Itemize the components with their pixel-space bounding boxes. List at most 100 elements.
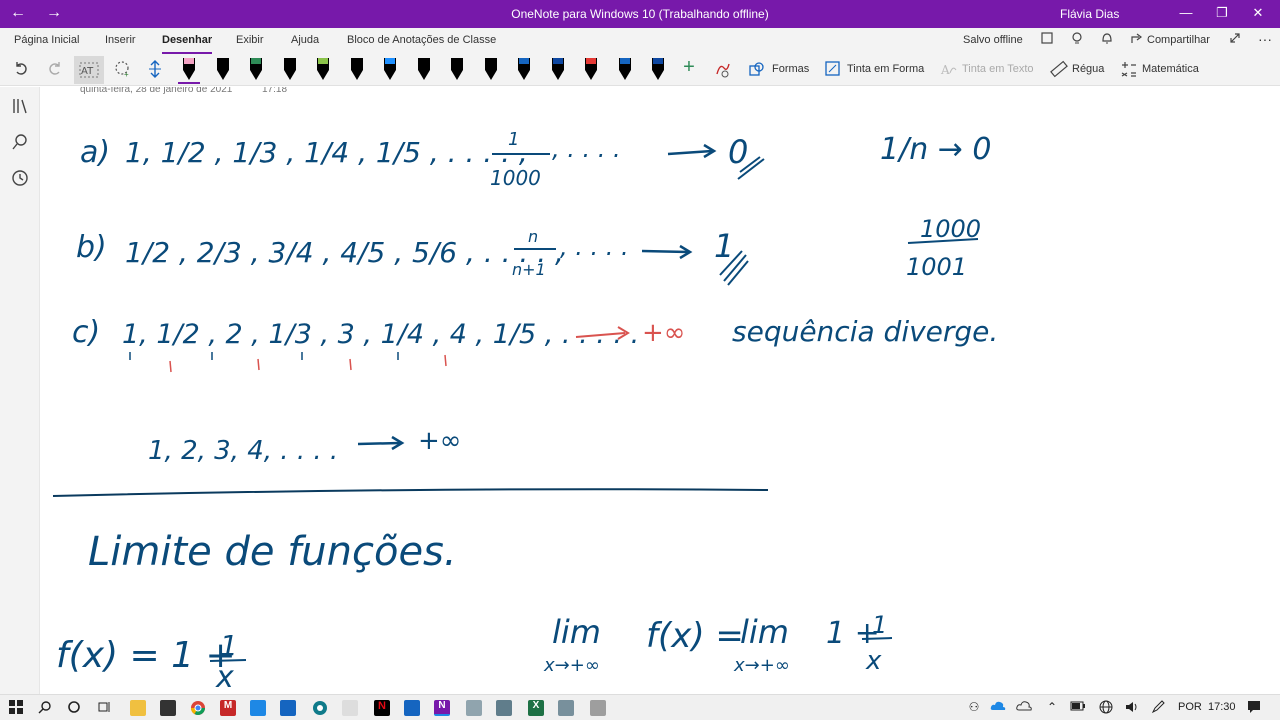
tab-pagina-inicial[interactable]: Página Inicial: [14, 34, 79, 46]
note-f-den: x: [215, 660, 234, 694]
add-space-icon[interactable]: [144, 60, 166, 82]
more-options-button[interactable]: ···: [1258, 31, 1272, 47]
mcafee-icon[interactable]: M: [220, 700, 236, 716]
pen-workspace-icon[interactable]: [1150, 700, 1166, 716]
bell-icon[interactable]: [1098, 31, 1116, 49]
edge-icon[interactable]: [312, 700, 328, 716]
note-c-sequence: 1, 1/2 , 2 , 1/3 , 3 , 1/4 , 4 , 1/5 , .…: [122, 319, 639, 350]
netflix-icon[interactable]: N: [374, 700, 390, 716]
camera-icon[interactable]: [590, 700, 606, 716]
task-view-icon[interactable]: [96, 700, 112, 716]
pen-14[interactable]: [614, 56, 636, 84]
pen-11[interactable]: [513, 56, 535, 84]
pen-13[interactable]: [580, 56, 602, 84]
share-button[interactable]: Compartilhar: [1147, 34, 1210, 46]
close-icon[interactable]: ✕: [1248, 5, 1268, 21]
tab-ajuda[interactable]: Ajuda: [291, 34, 319, 46]
pen-10[interactable]: [480, 56, 502, 84]
recent-clock-icon[interactable]: [10, 169, 30, 191]
pen-2[interactable]: [212, 56, 234, 84]
title-bar: ← → OneNote para Windows 10 (Trabalhando…: [0, 0, 1280, 28]
note-lim-word: lim: [552, 613, 601, 651]
pen-1[interactable]: [178, 56, 200, 84]
pen-3[interactable]: [245, 56, 267, 84]
lightbulb-icon[interactable]: [1068, 31, 1086, 49]
shapes-button[interactable]: Formas: [772, 63, 809, 75]
tab-desenhar[interactable]: Desenhar: [162, 34, 213, 54]
tab-exibir[interactable]: Exibir: [236, 34, 264, 46]
onenote-icon[interactable]: N: [434, 700, 450, 716]
minimize-icon[interactable]: —: [1176, 5, 1196, 20]
volume-icon[interactable]: [1124, 700, 1140, 716]
show-hidden-icons[interactable]: ⌃: [1044, 700, 1060, 716]
note-a-limit: 0: [728, 133, 748, 171]
snip-icon[interactable]: [496, 700, 512, 716]
app-icon[interactable]: [558, 700, 574, 716]
chrome-icon[interactable]: [190, 700, 206, 716]
notebook-icon[interactable]: [1038, 31, 1056, 49]
tray-people-icon[interactable]: ⚇: [966, 700, 982, 716]
note-d-sequence: 1, 2, 3, 4, . . . .: [148, 436, 338, 466]
lasso-select-icon[interactable]: +: [112, 60, 134, 82]
page-canvas[interactable]: quinta-feira, 28 de janeiro de 2021 17:1…: [40, 87, 1280, 694]
ruler-button[interactable]: Régua: [1072, 63, 1104, 75]
ink-replay-icon[interactable]: [712, 60, 734, 82]
redo-icon[interactable]: [44, 60, 66, 80]
svg-text:AT: AT: [81, 66, 94, 77]
search-taskbar-icon[interactable]: [37, 700, 53, 716]
ink-layer[interactable]: a) 1, 1/2 , 1/3 , 1/4 , 1/5 , . . . . , …: [40, 87, 1280, 694]
pen-12[interactable]: [547, 56, 569, 84]
onedrive-personal-icon[interactable]: [1016, 700, 1032, 716]
cortana-icon[interactable]: [66, 700, 82, 716]
math-icon[interactable]: [1118, 60, 1140, 82]
pen-8[interactable]: [413, 56, 435, 84]
excel-icon[interactable]: X: [528, 700, 544, 716]
maximize-icon[interactable]: ❐: [1212, 5, 1232, 21]
ruler-icon[interactable]: [1048, 60, 1070, 82]
note-a-arrow: [667, 149, 713, 156]
user-name[interactable]: Flávia Dias: [1060, 7, 1119, 21]
file-explorer-icon[interactable]: [130, 700, 146, 716]
share-icon[interactable]: [1128, 31, 1146, 49]
math-button[interactable]: Matemática: [1142, 63, 1199, 75]
draw-toolbar: AT + + Formas Tinta em Forma A Tinta em …: [0, 54, 1280, 86]
photos-icon[interactable]: [280, 700, 296, 716]
network-globe-icon[interactable]: [1098, 700, 1114, 716]
windows-start-icon[interactable]: [8, 700, 24, 716]
note-lim-fx: f(x) =: [646, 616, 744, 656]
note-lim-word-2: lim: [740, 613, 789, 651]
tab-inserir[interactable]: Inserir: [105, 34, 136, 46]
tab-bloco-anotacoes-classe[interactable]: Bloco de Anotações de Classe: [347, 34, 496, 46]
pen-4[interactable]: [279, 56, 301, 84]
ink-to-shape-icon[interactable]: [822, 60, 844, 82]
add-pen-button[interactable]: +: [678, 56, 700, 79]
search-icon[interactable]: [10, 133, 30, 155]
store-icon[interactable]: [160, 700, 176, 716]
note-lim-sub: x→+∞: [543, 655, 600, 676]
note-lim-den: x: [865, 646, 882, 676]
note-lim-num: 1: [872, 611, 887, 639]
pen-15[interactable]: [647, 56, 669, 84]
notebooks-icon[interactable]: [10, 97, 30, 119]
note-f-num: 1: [220, 629, 238, 662]
system-clock[interactable]: 17:30: [1208, 701, 1236, 713]
note-b-fraction-den: n+1: [512, 260, 546, 279]
onedrive-icon[interactable]: [990, 700, 1006, 716]
pen-5[interactable]: [312, 56, 334, 84]
expand-icon[interactable]: [1226, 31, 1244, 49]
note-c-label: c): [72, 315, 100, 350]
calculator-icon[interactable]: [466, 700, 482, 716]
pen-9[interactable]: [446, 56, 468, 84]
lasso-type-select-icon[interactable]: AT: [74, 56, 104, 84]
pen-6[interactable]: [346, 56, 368, 84]
whiteboard-icon[interactable]: [404, 700, 420, 716]
input-language[interactable]: POR: [1178, 701, 1202, 713]
mail-icon[interactable]: [250, 700, 266, 716]
shapes-icon[interactable]: [746, 60, 768, 82]
notepad-icon[interactable]: [342, 700, 358, 716]
undo-icon[interactable]: [10, 60, 32, 80]
pen-7[interactable]: [379, 56, 401, 84]
note-c-blue-ticks: [129, 352, 399, 360]
action-center-icon[interactable]: [1246, 700, 1262, 716]
ink-to-shape-button[interactable]: Tinta em Forma: [847, 63, 924, 75]
